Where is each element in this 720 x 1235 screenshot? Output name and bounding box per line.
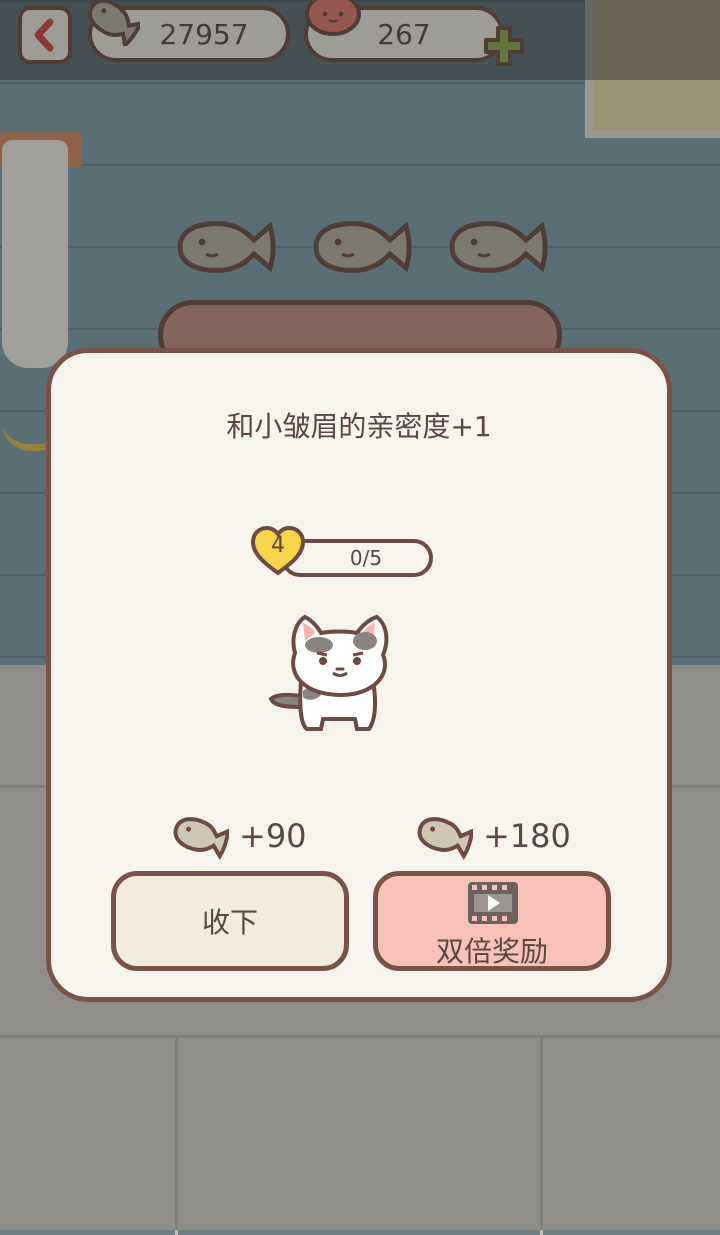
plus-icon[interactable] [482, 24, 526, 68]
double-reward-button[interactable]: 双倍奖励 [373, 871, 611, 971]
progress-text: 0/5 [349, 546, 383, 570]
double-reward-amount: +180 [483, 817, 571, 855]
fish-count: 27957 [159, 17, 249, 51]
double-reward-button-label: 双倍奖励 [435, 935, 548, 968]
cat-character [268, 614, 389, 731]
intimacy-reward-dialog: 和小皱眉的亲密度+1 0/5 4 +90 +180 收下 双倍奖励 [46, 348, 672, 1002]
chevron-left-icon [34, 18, 54, 52]
gem-count: 267 [377, 17, 431, 51]
collect-button[interactable]: 收下 [111, 871, 349, 971]
back-button[interactable] [18, 6, 72, 64]
fish-icon [173, 817, 229, 860]
dialog-title: 和小皱眉的亲密度+1 [226, 410, 492, 443]
video-play-icon [468, 882, 518, 924]
cat-face-coin-icon [305, 0, 361, 36]
double-reward: +180 [415, 811, 571, 861]
fish-icon [417, 817, 473, 860]
fish-icon [87, 0, 140, 46]
intimacy-level: 4 [271, 533, 285, 558]
normal-reward-amount: +90 [239, 817, 307, 855]
normal-reward: +90 [171, 811, 307, 861]
collect-button-label: 收下 [201, 906, 258, 939]
